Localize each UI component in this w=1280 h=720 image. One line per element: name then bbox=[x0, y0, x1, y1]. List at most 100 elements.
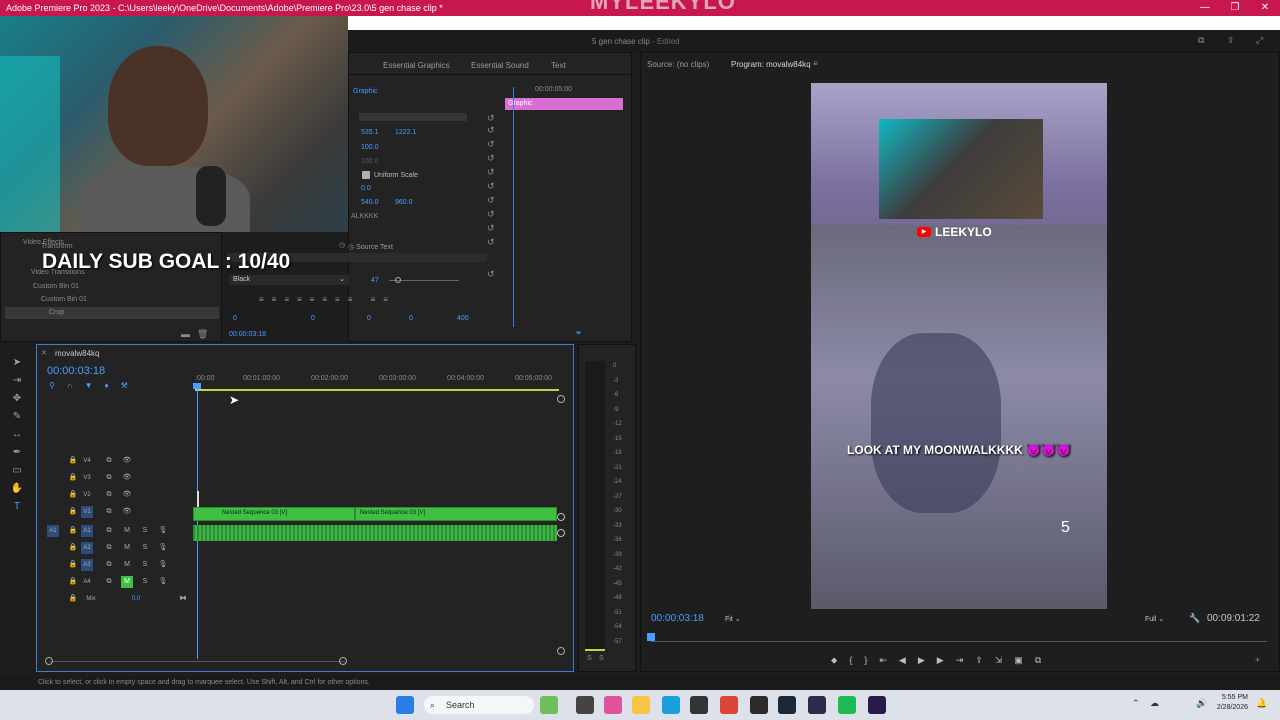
eye-icon[interactable]: 👁 bbox=[121, 506, 133, 518]
onedrive-icon[interactable]: ☁ bbox=[1150, 698, 1159, 709]
tab-text[interactable]: Text bbox=[551, 61, 566, 70]
solo-right[interactable]: S bbox=[599, 655, 604, 662]
chrome-icon[interactable] bbox=[720, 696, 738, 714]
rectangle-tool-icon[interactable]: ▭ bbox=[8, 462, 26, 480]
hand-tool-icon[interactable]: ✋ bbox=[8, 480, 26, 498]
source-patch[interactable]: A1 bbox=[47, 525, 59, 537]
eye-icon[interactable]: 👁 bbox=[121, 472, 133, 484]
razor-tool-icon[interactable]: ✎ bbox=[8, 408, 26, 426]
align-buttons[interactable]: ≡≡≡≡≡≡≡≡ ≡≡ bbox=[259, 295, 459, 305]
mix-expand-icon[interactable]: ⧓ bbox=[177, 593, 189, 605]
widget-icon[interactable] bbox=[540, 696, 558, 714]
scroll-handle-left[interactable] bbox=[45, 657, 53, 665]
mic-icon[interactable]: 🎙 bbox=[157, 525, 169, 537]
solo-button[interactable]: S bbox=[139, 576, 151, 588]
anchor-x[interactable]: 540.0 bbox=[361, 199, 379, 206]
baseline-value[interactable]: 0 bbox=[409, 315, 413, 322]
add-button-icon[interactable]: + bbox=[1255, 655, 1260, 665]
tab-program[interactable]: Program: movalw84kq bbox=[731, 60, 811, 69]
bin-item-selected[interactable]: Crop bbox=[5, 307, 219, 319]
quality-dropdown[interactable]: Full ⌄ bbox=[1145, 615, 1164, 623]
slip-tool-icon[interactable]: ↔ bbox=[8, 426, 26, 444]
program-current-time[interactable]: 00:00:03:18 bbox=[651, 613, 704, 624]
steam-icon[interactable] bbox=[778, 696, 796, 714]
mute-button[interactable]: M bbox=[121, 576, 133, 588]
file-explorer-icon[interactable] bbox=[632, 696, 650, 714]
video-clip-1[interactable]: Nested Sequence 03 [V] bbox=[193, 507, 355, 521]
fullscreen-icon[interactable]: ⤢ bbox=[1256, 35, 1263, 46]
stopwatch-icon[interactable]: ◷ bbox=[339, 241, 345, 249]
program-playhead[interactable] bbox=[647, 633, 655, 641]
maximize-button[interactable]: ❐ bbox=[1220, 0, 1250, 16]
new-bin-icon[interactable]: ▬ bbox=[181, 329, 190, 339]
solo-button[interactable]: S bbox=[139, 542, 151, 554]
reset-icon[interactable]: ↺ bbox=[487, 209, 495, 220]
font-size-value[interactable]: 47 bbox=[371, 277, 379, 284]
leading-value[interactable]: 0 bbox=[367, 315, 371, 322]
mic-icon[interactable]: 🎙 bbox=[157, 542, 169, 554]
copilot-icon[interactable] bbox=[604, 696, 622, 714]
reset-icon[interactable]: ↺ bbox=[487, 181, 495, 192]
ripple-edit-icon[interactable]: ✥ bbox=[8, 390, 26, 408]
export-frame-icon[interactable]: ▣ bbox=[1014, 655, 1023, 669]
trash-icon[interactable]: 🗑 bbox=[197, 329, 208, 340]
program-scrubber[interactable] bbox=[651, 641, 1267, 642]
vertical-scroll-top[interactable] bbox=[557, 395, 565, 403]
premiere-icon[interactable] bbox=[868, 696, 886, 714]
type-tool-icon[interactable]: T bbox=[8, 498, 26, 516]
mix-value[interactable]: 0.0 bbox=[129, 593, 143, 605]
start-icon[interactable] bbox=[396, 696, 414, 714]
timeline-tools[interactable]: ⚲∩▼♦⚒ bbox=[49, 381, 179, 391]
sync-icon[interactable]: ⧉ bbox=[103, 542, 115, 554]
bin-item-custom-bin-1[interactable]: Custom Bin 01 bbox=[33, 283, 79, 290]
reset-icon[interactable]: ↺ bbox=[487, 139, 495, 150]
sequence-name[interactable]: movalw84kq bbox=[55, 349, 99, 358]
sync-icon[interactable]: ⧉ bbox=[103, 525, 115, 537]
edge-icon[interactable] bbox=[662, 696, 680, 714]
font-dropdown[interactable]: Black ⌄ bbox=[229, 275, 349, 285]
search-box[interactable]: ⌕ Search bbox=[424, 696, 534, 714]
lock-icon[interactable]: 🔒 bbox=[67, 576, 79, 588]
mic-icon[interactable]: 🎙 bbox=[157, 559, 169, 571]
mute-button[interactable]: M bbox=[121, 525, 133, 537]
lock-icon[interactable]: 🔒 bbox=[67, 593, 79, 605]
tracking-value[interactable]: 0 bbox=[311, 315, 315, 322]
mute-button[interactable]: M bbox=[121, 542, 133, 554]
step-back-icon[interactable]: ◀ bbox=[899, 655, 906, 669]
vertical-scroll-bottom[interactable] bbox=[557, 647, 565, 655]
minimize-button[interactable]: — bbox=[1190, 0, 1220, 16]
lift-icon[interactable]: ⇪ bbox=[975, 655, 983, 669]
sync-icon[interactable]: ⧉ bbox=[103, 489, 115, 501]
go-to-out-icon[interactable]: ⇥ bbox=[956, 655, 964, 669]
mark-out-icon[interactable]: } bbox=[864, 655, 867, 669]
notification-icon[interactable]: 🔔 bbox=[1256, 698, 1267, 709]
reset-icon[interactable]: ↺ bbox=[487, 113, 495, 124]
scale-value[interactable]: 100.0 bbox=[361, 144, 379, 151]
mark-in-icon[interactable]: { bbox=[849, 655, 852, 669]
comparison-view-icon[interactable]: ⧉ bbox=[1035, 655, 1041, 669]
video-clip-2[interactable]: Nested Sequence 03 [V] bbox=[355, 507, 557, 521]
workspaces-icon[interactable]: ⧉ bbox=[1198, 35, 1204, 46]
source-text-stopwatch-icon[interactable]: ◷ bbox=[348, 243, 354, 251]
lock-icon[interactable]: 🔒 bbox=[67, 559, 79, 571]
speaker-icon[interactable]: 🔊 bbox=[1196, 698, 1207, 709]
bin-item-crop[interactable]: Crop bbox=[49, 309, 64, 316]
tab-essential-sound[interactable]: Essential Sound bbox=[471, 61, 529, 70]
filter-icon[interactable]: ⏷ bbox=[575, 328, 582, 339]
timeline-timecode[interactable]: 00:00:03:18 bbox=[47, 365, 105, 377]
reset-icon[interactable]: ↺ bbox=[487, 153, 495, 164]
sync-icon[interactable]: ⧉ bbox=[103, 455, 115, 467]
play-icon[interactable]: ▶ bbox=[918, 655, 925, 669]
program-menu-icon[interactable]: ≡ bbox=[813, 59, 818, 68]
eye-icon[interactable]: 👁 bbox=[121, 489, 133, 501]
timeline-playhead[interactable] bbox=[197, 385, 198, 659]
store-icon[interactable] bbox=[690, 696, 708, 714]
task-view-icon[interactable] bbox=[576, 696, 594, 714]
kerning-value[interactable]: 0 bbox=[233, 315, 237, 322]
reset-icon[interactable]: ↺ bbox=[487, 167, 495, 178]
font-size-slider-handle[interactable] bbox=[395, 277, 401, 283]
sync-icon[interactable]: ⧉ bbox=[103, 559, 115, 571]
sync-icon[interactable]: ⧉ bbox=[103, 506, 115, 518]
tray-chevron-icon[interactable]: ⌃ bbox=[1132, 698, 1140, 709]
bin-item-transform[interactable]: Transform bbox=[41, 243, 73, 250]
